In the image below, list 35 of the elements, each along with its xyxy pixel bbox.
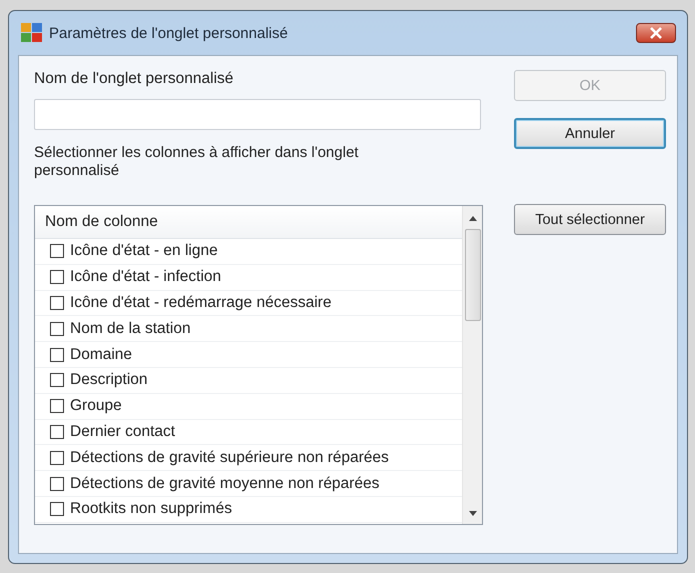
checkbox[interactable] [50,348,64,362]
column-name[interactable]: Description [70,371,148,390]
checkbox[interactable] [50,399,64,414]
field-label: Nom de l'onglet personnalisé [34,70,234,88]
checkbox[interactable] [50,502,64,516]
column-name[interactable]: Détections de gravité moyenne non réparées [70,474,380,493]
dialog-button[interactable]: Annuler [514,118,666,149]
checkbox[interactable] [50,450,64,465]
checkbox[interactable] [50,476,64,491]
checkbox[interactable] [50,296,64,310]
column-name[interactable]: Icône d'état - en ligne [70,242,218,260]
checkbox[interactable] [50,322,64,336]
list-label: Sélectionner les colonnes à afficher dans l'onglet personnalisé [34,144,360,180]
close-icon [649,27,663,39]
column-name[interactable]: Détections de gravité supérieure non réparées [70,448,389,467]
column-name[interactable]: Icône d'état - infection [70,268,222,286]
column-name[interactable]: Domaine [70,346,132,364]
checkbox[interactable] [50,270,64,284]
column-name[interactable]: Rootkits non supprimés [70,500,232,518]
dialog-button[interactable]: Tout sélectionner [514,204,666,235]
checkbox[interactable] [50,373,64,388]
scroll-up-icon[interactable] [468,216,476,221]
scrollbar[interactable] [462,206,482,524]
checkbox[interactable] [50,424,64,439]
scroll-down-icon[interactable] [468,511,476,516]
scroll-thumb[interactable] [464,229,480,321]
column-name[interactable]: Icône d'état - redémarrage nécessaire [70,294,332,312]
close-button[interactable] [636,23,676,43]
column-name[interactable]: Dernier contact [70,422,176,441]
checkbox[interactable] [50,244,64,258]
app-logo-icon [21,23,43,43]
column-name[interactable]: Groupe [70,397,122,416]
input-field[interactable] [34,99,481,130]
column-name[interactable]: Nom de la station [70,320,191,338]
window-title: Paramètres de l'onglet personnalisé [49,24,288,42]
